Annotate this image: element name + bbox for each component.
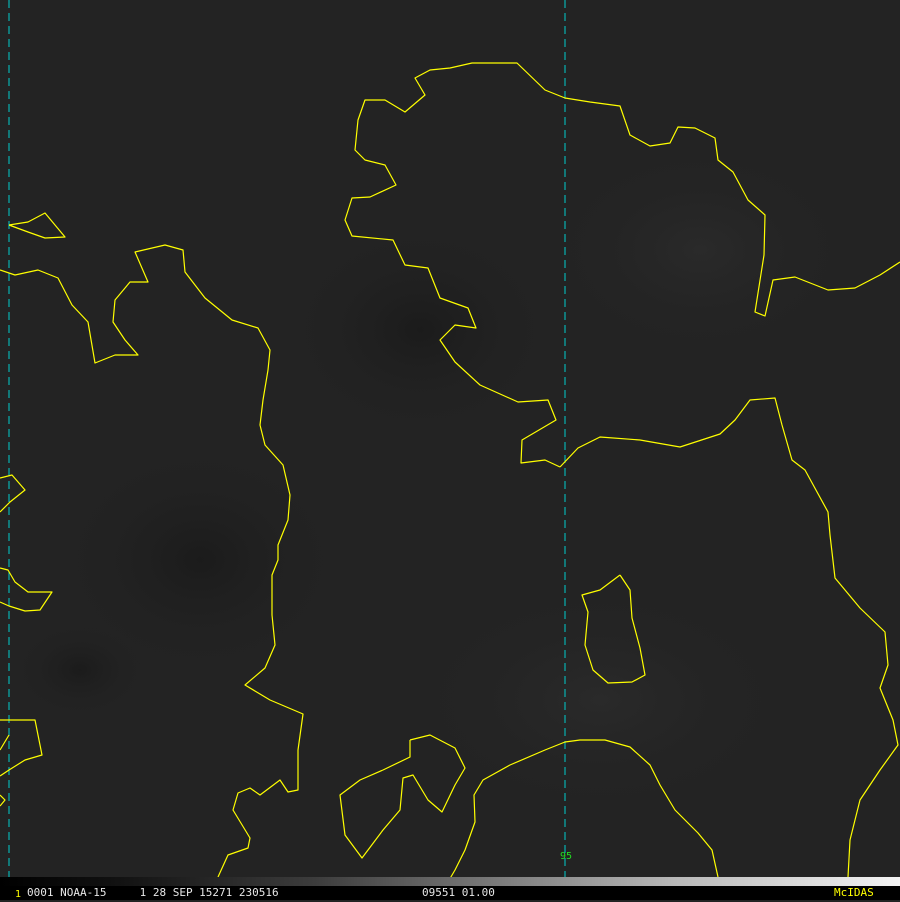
gray-scale-bar <box>0 877 900 886</box>
grid-label: 95 <box>560 851 572 862</box>
imagery-dark-patch <box>10 620 150 720</box>
satellite-map: 95 <box>0 0 900 888</box>
brand-label: McIDAS <box>834 886 874 899</box>
imagery-light-patch <box>400 580 800 820</box>
imagery-dark-patch <box>280 220 560 440</box>
imagery-light-patch <box>540 140 860 360</box>
band-info: 09551 01.00 <box>422 886 495 899</box>
image-info: 0001 NOAA-15 1 28 SEP 15271 230516 <box>27 886 279 899</box>
